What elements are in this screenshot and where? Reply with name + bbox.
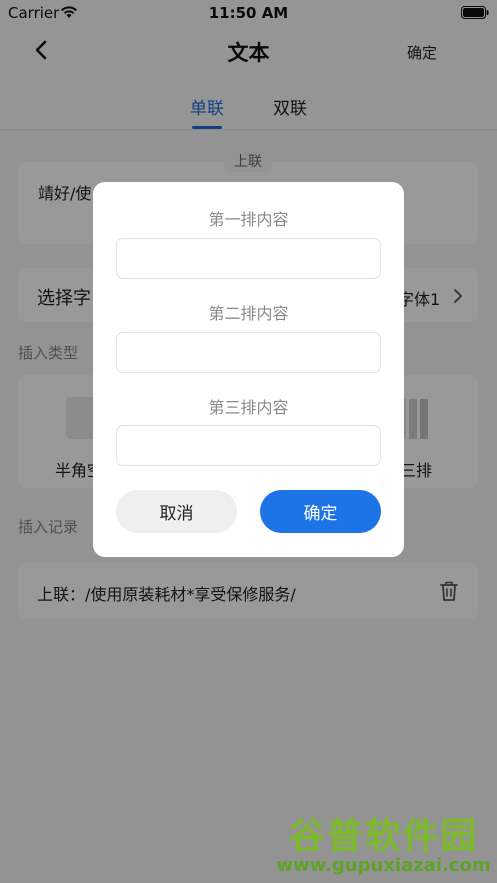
ok-button[interactable]: 确定: [260, 490, 381, 533]
cancel-button[interactable]: 取消: [116, 490, 237, 533]
row2-input[interactable]: [116, 332, 381, 373]
content-dialog: 第一排内容 第二排内容 第三排内容 取消 确定: [93, 182, 404, 557]
row3-input[interactable]: [116, 425, 381, 466]
watermark-title: 谷普软件园: [288, 816, 479, 857]
row1-input[interactable]: [116, 238, 381, 279]
watermark-logo: 谷普软件园 www.gupuxiazai.com: [273, 803, 494, 880]
row1-label: 第一排内容: [208, 210, 289, 229]
row2-label: 第二排内容: [208, 304, 289, 323]
row3-label: 第三排内容: [208, 398, 289, 417]
watermark-url: www.gupuxiazai.com: [276, 855, 491, 876]
